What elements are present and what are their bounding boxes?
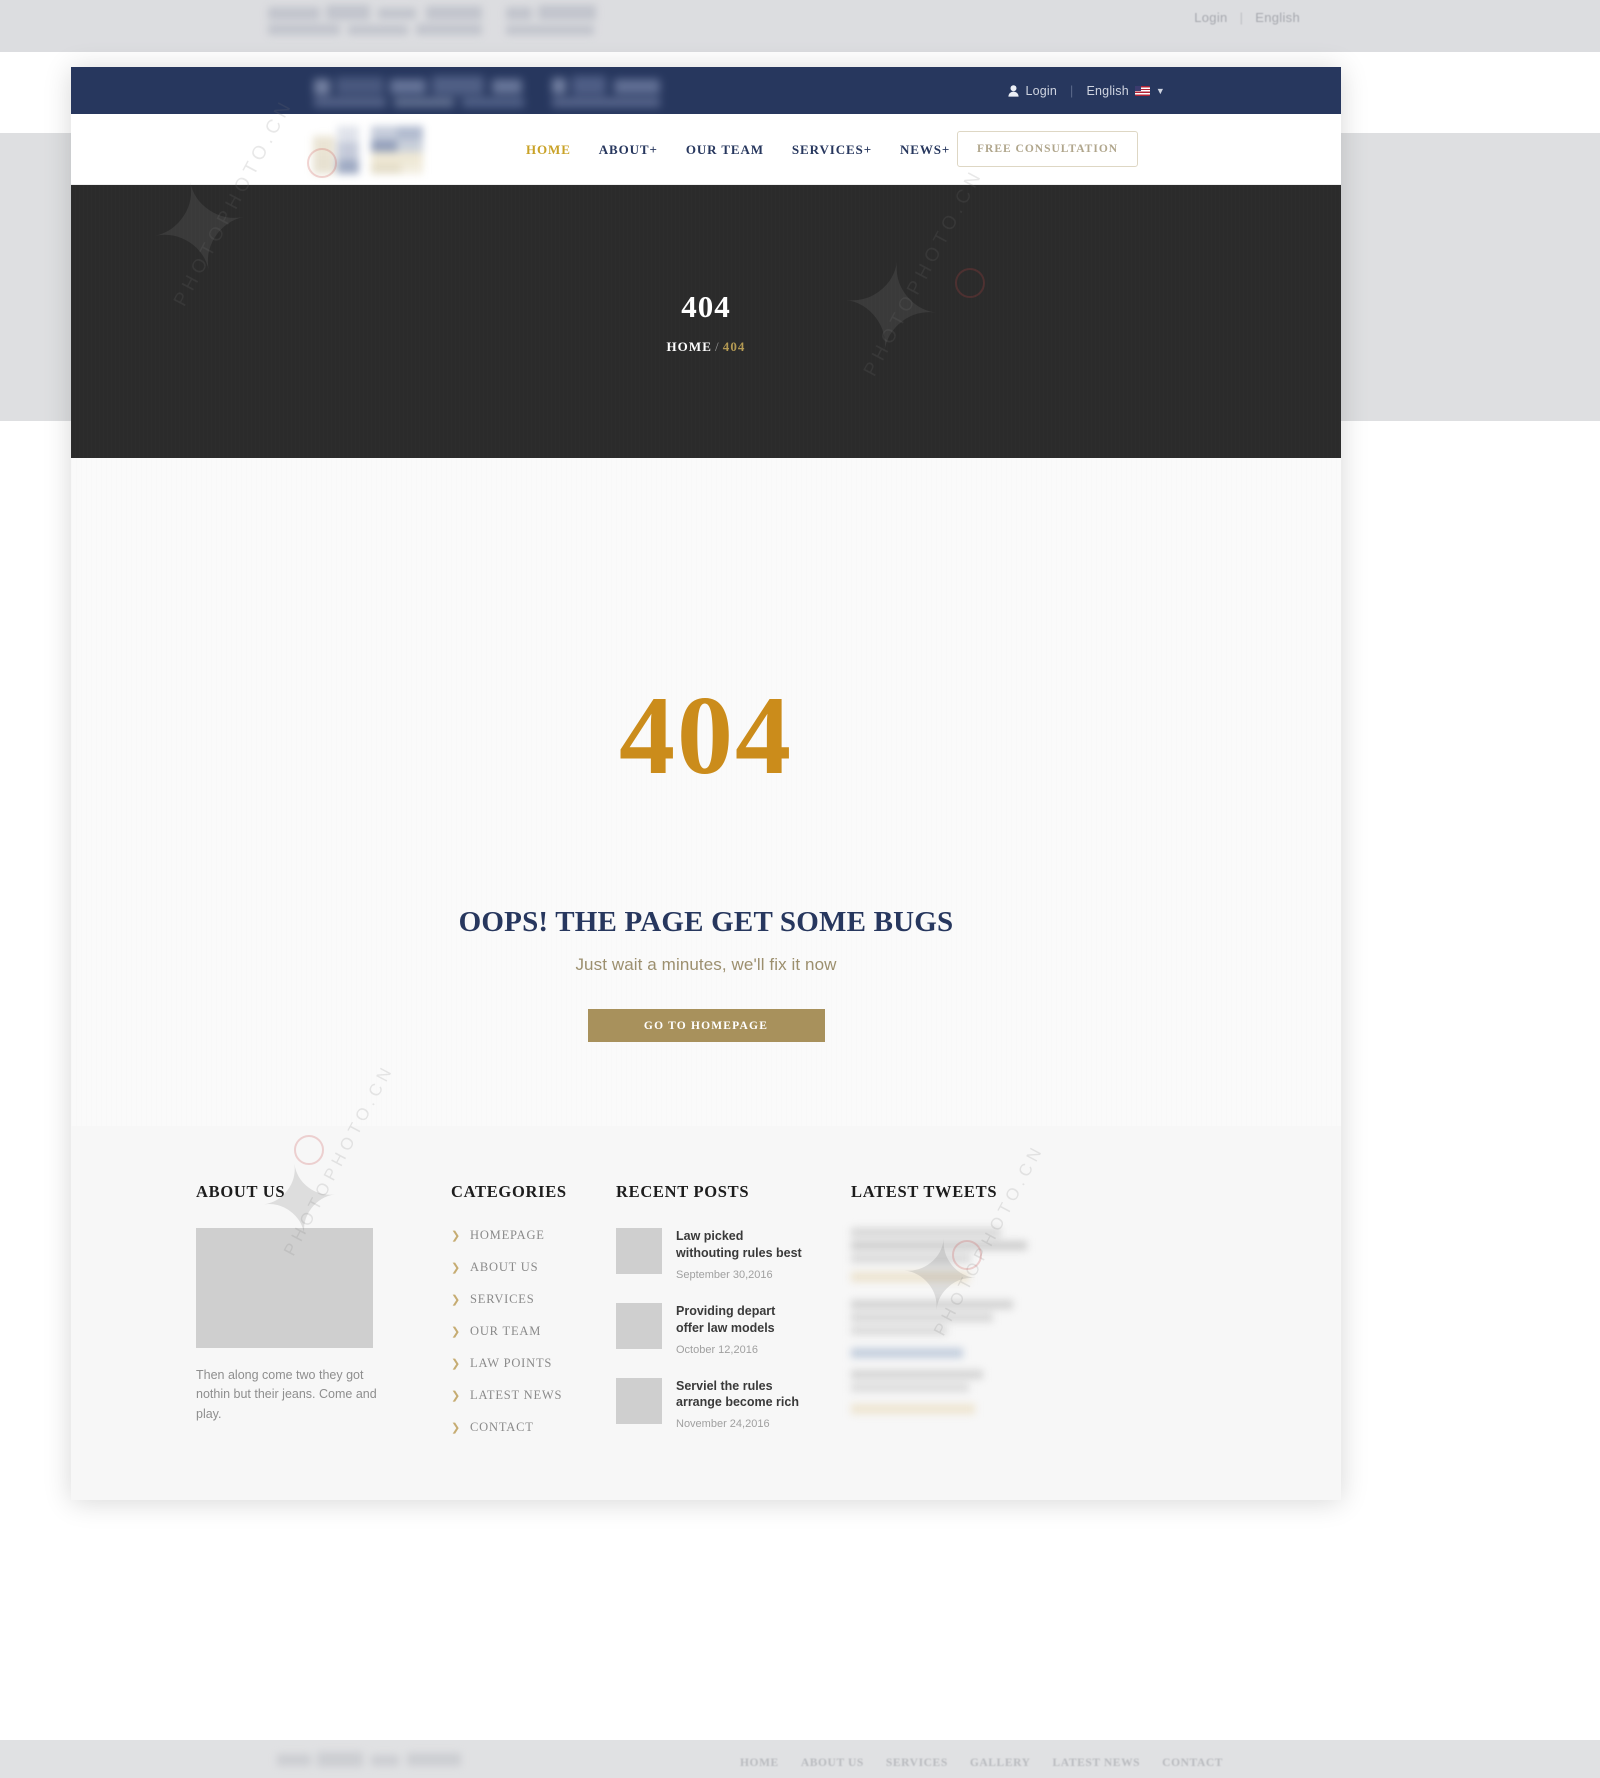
ghost-login-label: Login (1194, 10, 1228, 25)
latest-tweets-content (851, 1228, 1051, 1418)
post-date: November 24,2016 (676, 1418, 770, 1431)
breadcrumb-separator: / (715, 338, 720, 354)
chevron-right-icon: ❯ (451, 1326, 462, 1338)
category-label: LAW POINTS (470, 1356, 553, 1370)
post-title[interactable]: Providing depart offer law models (676, 1303, 806, 1337)
breadcrumb-home[interactable]: HOME (666, 339, 712, 354)
post-thumbnail (616, 1302, 662, 1349)
categories-title: CATEGORIES (451, 1182, 567, 1201)
error-code: 404 (619, 674, 793, 798)
user-icon (1008, 84, 1020, 97)
login-label: Login (1025, 83, 1058, 98)
post-title[interactable]: Serviel the rules arrange become rich (676, 1378, 806, 1412)
page-title: 404 (681, 288, 731, 324)
chevron-right-icon: ❯ (451, 1358, 462, 1370)
chevron-down-icon: ▼ (1155, 85, 1165, 96)
footer-widget-about: ABOUT US Then along come two they got no… (196, 1182, 451, 1452)
category-label: HOMEPAGE (470, 1228, 545, 1242)
chevron-right-icon: ❯ (451, 1390, 462, 1402)
ghost-footer-nav-item: SERVICES (885, 1757, 948, 1769)
topbar: Login | English ▼ (71, 67, 1341, 114)
breadcrumb: HOME/404 (666, 339, 745, 355)
latest-tweets-title: LATEST TWEETS (851, 1182, 998, 1201)
category-item-latest-news[interactable]: ❯ LATEST NEWS (451, 1388, 616, 1403)
about-us-text: Then along come two they got nothin but … (196, 1368, 377, 1421)
ghost-language-label: English (1255, 10, 1300, 25)
recent-post-item[interactable]: Serviel the rules arrange become rich No… (616, 1377, 851, 1431)
us-flag-icon (1134, 85, 1150, 96)
page-card: Login | English ▼ HOME ABOUT+ OUR TEAM S… (71, 67, 1341, 1500)
footer-widget-latest-tweets: LATEST TWEETS (851, 1182, 1141, 1452)
topbar-divider: | (1070, 83, 1074, 98)
footer-widgets: ABOUT US Then along come two they got no… (71, 1126, 1341, 1500)
ghost-footer-nav-item: CONTACT (1162, 1757, 1224, 1769)
topbar-actions: Login | English ▼ (1008, 84, 1165, 98)
nav-item-about[interactable]: ABOUT+ (599, 142, 658, 158)
page-hero: 404 HOME/404 (71, 185, 1341, 458)
nav-item-services[interactable]: SERVICES+ (792, 142, 872, 158)
recent-posts-title: RECENT POSTS (616, 1182, 750, 1201)
chevron-right-icon: ❯ (451, 1422, 462, 1434)
site-header: HOME ABOUT+ OUR TEAM SERVICES+ NEWS+ CON… (71, 114, 1341, 185)
about-us-image (196, 1228, 373, 1348)
category-label: CONTACT (470, 1420, 534, 1434)
footer-widget-categories: CATEGORIES ❯ HOMEPAGE ❯ ABOUT US ❯ SERVICES… (451, 1182, 616, 1452)
error-subtext: Just wait a minutes, we'll fix it now (575, 955, 837, 974)
topbar-logo[interactable] (314, 76, 734, 107)
post-thumbnail (616, 1228, 662, 1274)
category-item-law-points[interactable]: ❯ LAW POINTS (451, 1356, 616, 1371)
category-item-contact[interactable]: ❯ CONTACT (451, 1420, 616, 1435)
recent-post-item[interactable]: Providing depart offer law models Octobe… (616, 1302, 851, 1356)
nav-item-news[interactable]: NEWS+ (900, 142, 950, 158)
category-label: ABOUT US (470, 1260, 539, 1274)
category-item-our-team[interactable]: ❯ OUR TEAM (451, 1324, 616, 1339)
language-label: English (1086, 83, 1129, 98)
category-label: OUR TEAM (470, 1324, 542, 1338)
breadcrumb-current: 404 (722, 338, 746, 354)
language-selector[interactable]: English ▼ (1086, 84, 1165, 98)
error-section: 404 OOPS! THE PAGE GET SOME BUGS Just wa… (71, 458, 1341, 1126)
ghost-band-top (0, 0, 1600, 52)
ghost-footer-nav-item: GALLERY (969, 1757, 1031, 1769)
error-headline: OOPS! THE PAGE GET SOME BUGS (458, 906, 954, 938)
nav-item-home[interactable]: HOME (526, 142, 571, 158)
ghost-footer-nav-item: LATEST NEWS (1052, 1757, 1141, 1769)
category-item-services[interactable]: ❯ SERVICES (451, 1292, 616, 1307)
post-thumbnail (616, 1377, 662, 1424)
recent-post-item[interactable]: Law picked withouting rules best Septemb… (616, 1228, 851, 1281)
about-us-title: ABOUT US (196, 1182, 286, 1201)
free-consultation-button[interactable]: FREE CONSULTATION (957, 131, 1139, 167)
categories-list: ❯ HOMEPAGE ❯ ABOUT US ❯ SERVICES ❯ OUR TEAM … (451, 1228, 616, 1435)
login-button[interactable]: Login (1008, 84, 1057, 98)
ghost-footer-nav-item: ABOUT US (800, 1757, 864, 1769)
brand-logo[interactable] (311, 126, 433, 174)
category-label: LATEST NEWS (470, 1388, 563, 1402)
post-date: September 30,2016 (676, 1268, 773, 1281)
category-item-about-us[interactable]: ❯ ABOUT US (451, 1260, 616, 1275)
nav-item-our-team[interactable]: OUR TEAM (686, 142, 764, 158)
post-date: October 12,2016 (676, 1343, 758, 1356)
ghost-topbar-links: Login | English (1194, 10, 1300, 25)
ghost-logo (268, 5, 608, 37)
chevron-right-icon: ❯ (451, 1230, 462, 1242)
chevron-right-icon: ❯ (451, 1294, 462, 1306)
ghost-divider: | (1239, 10, 1244, 25)
footer-widget-recent-posts: RECENT POSTS Law picked withouting rules… (616, 1182, 851, 1452)
ghost-footer-nav: HOME ABOUT US SERVICES GALLERY LATEST NE… (740, 1757, 1223, 1769)
post-title[interactable]: Law picked withouting rules best (676, 1228, 806, 1262)
go-to-homepage-button[interactable]: GO TO HOMEPAGE (587, 1009, 825, 1042)
chevron-right-icon: ❯ (451, 1262, 462, 1274)
category-label: SERVICES (470, 1292, 535, 1306)
category-item-homepage[interactable]: ❯ HOMEPAGE (451, 1228, 616, 1243)
ghost-footer-logo (277, 1752, 507, 1772)
ghost-footer-nav-item: HOME (740, 1757, 779, 1769)
